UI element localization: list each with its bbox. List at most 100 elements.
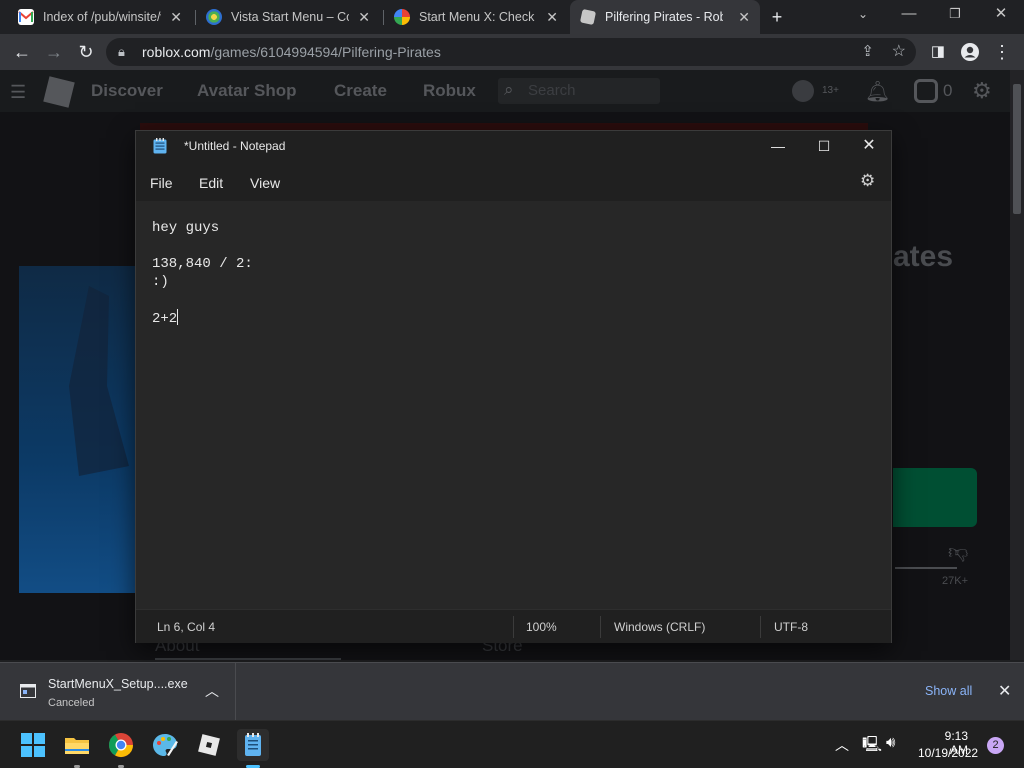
tab-close-icon[interactable]: ✕ — [170, 9, 182, 26]
browser-tab-4-active[interactable]: Pilfering Pirates - Roblo ✕ — [570, 0, 760, 34]
chrome-menu-icon[interactable]: ⋮ — [990, 40, 1014, 64]
text-line — [152, 237, 875, 255]
download-item[interactable]: StartMenuX_Setup....exe Canceled ︿ — [0, 663, 236, 721]
restore-button[interactable]: ❐ — [932, 0, 978, 30]
nav-create[interactable]: Create — [334, 81, 387, 101]
robux-icon[interactable] — [914, 79, 938, 103]
notepad-title: *Untitled - Notepad — [184, 139, 286, 153]
roblox-icon[interactable] — [193, 729, 225, 761]
windows-start-icon[interactable] — [17, 729, 49, 761]
close-shelf-icon[interactable]: ✕ — [998, 681, 1011, 701]
browser-tab-2[interactable]: Vista Start Menu – Con ✕ — [196, 0, 380, 34]
game-title-partial: ates — [893, 240, 954, 273]
status-divider — [513, 616, 514, 638]
nav-avatar-shop[interactable]: Avatar Shop — [197, 81, 297, 101]
browser-tab-3[interactable]: Start Menu X: Check up ✕ — [384, 0, 568, 34]
notepad-maximize-button[interactable]: ☐ — [801, 131, 847, 161]
startmenux-icon — [394, 9, 410, 25]
download-status: Canceled — [48, 697, 95, 709]
volume-icon[interactable]: 🔊︎ — [886, 734, 895, 751]
browser-toolbar: ← → ↻ 🔒︎ roblox.com/games/6104994594/Pil… — [0, 34, 1024, 70]
status-divider — [760, 616, 761, 638]
notification-badge[interactable]: 2 — [987, 737, 1004, 754]
nav-robux[interactable]: Robux — [423, 81, 476, 101]
status-zoom: 100% — [526, 620, 557, 634]
close-window-button[interactable]: ✕ — [978, 0, 1024, 30]
tab-close-icon[interactable]: ✕ — [546, 9, 558, 26]
download-file-name: StartMenuX_Setup....exe — [48, 677, 188, 691]
settings-gear-icon[interactable]: ⚙ — [860, 171, 875, 191]
tab-search-icon[interactable]: ⌄ — [840, 0, 886, 30]
tab-title: Index of /pub/winsite/w — [43, 10, 161, 24]
age-badge: 13+ — [822, 85, 839, 96]
file-explorer-icon[interactable] — [61, 729, 93, 761]
notepad-menubar: File Edit View ⚙ — [136, 161, 891, 201]
chevron-up-icon[interactable]: ︿ — [205, 681, 219, 701]
robux-count: 0 — [943, 81, 953, 100]
lock-icon[interactable]: 🔒︎ — [118, 44, 125, 60]
browser-tab-1[interactable]: Index of /pub/winsite/w ✕ — [8, 0, 192, 34]
scrollbar-thumb[interactable] — [1013, 84, 1021, 214]
url-text: roblox.com/games/6104994594/Pilfering-Pi… — [142, 44, 441, 60]
gmail-icon — [18, 9, 34, 25]
show-all-button[interactable]: Show all — [925, 684, 972, 698]
notifications-bell-icon[interactable]: 🔔︎ — [865, 79, 890, 104]
bookmark-star-icon[interactable]: ☆ — [892, 41, 906, 61]
search-icon: ⌕ — [504, 80, 514, 99]
url-path: /games/6104994594/Pilfering-Pirates — [210, 44, 441, 60]
forward-button[interactable]: → — [42, 40, 66, 64]
paint-icon[interactable] — [149, 729, 181, 761]
profile-avatar[interactable] — [958, 40, 982, 64]
dislike-count: 27K+ — [942, 575, 968, 587]
side-panel-icon[interactable]: ◨ — [926, 40, 950, 64]
tab-close-icon[interactable]: ✕ — [738, 9, 750, 26]
menu-edit[interactable]: Edit — [199, 175, 223, 191]
user-avatar[interactable] — [792, 80, 814, 102]
notepad-statusbar: Ln 6, Col 4 100% Windows (CRLF) UTF-8 — [136, 609, 891, 643]
exe-file-icon — [20, 684, 36, 698]
network-icon[interactable]: 🖳︎ — [862, 734, 882, 759]
menu-file[interactable]: File — [150, 175, 173, 191]
hamburger-menu-icon[interactable]: ☰ — [10, 82, 26, 103]
menu-view[interactable]: View — [250, 175, 280, 191]
tab-underline — [155, 658, 341, 660]
address-bar[interactable]: 🔒︎ roblox.com/games/6104994594/Pilfering… — [106, 38, 916, 66]
text-line: :) — [152, 274, 169, 290]
notepad-minimize-button[interactable]: — — [755, 131, 801, 161]
text-line-current: 2+2 — [152, 309, 875, 327]
roblox-logo-icon[interactable] — [43, 76, 75, 108]
tab-title: Vista Start Menu – Con — [231, 10, 349, 24]
roblox-search-input[interactable]: ⌕ Search — [498, 78, 660, 104]
chevron-up-icon[interactable]: ︿ — [835, 735, 849, 755]
nav-discover[interactable]: Discover — [91, 81, 163, 101]
settings-gear-icon[interactable]: ⚙ — [972, 78, 992, 104]
notepad-icon[interactable] — [237, 729, 269, 761]
thumbs-down-icon[interactable]: 👎︎ — [948, 540, 968, 564]
chrome-icon[interactable] — [105, 729, 137, 761]
notepad-text-area[interactable]: hey guys 138,840 / 2: :) 2+2 — [136, 201, 891, 609]
windows-taskbar: ︿ 🖳︎ 🔊︎ 9:13 AM 10/19/2022 2 — [0, 720, 1024, 768]
game-thumbnail[interactable] — [19, 266, 137, 593]
text-line: 138,840 / 2: — [152, 256, 253, 272]
share-icon[interactable]: ⇪ — [861, 42, 874, 60]
page-scrollbar[interactable] — [1010, 70, 1024, 660]
status-line-ending: Windows (CRLF) — [614, 620, 706, 634]
text-line: hey guys — [152, 220, 220, 236]
notepad-close-button[interactable]: ✕ — [846, 131, 892, 161]
tab-title: Start Menu X: Check up — [419, 10, 537, 24]
search-placeholder: Search — [528, 82, 576, 99]
reload-button[interactable]: ↻ — [74, 40, 98, 64]
back-button[interactable]: ← — [10, 40, 34, 64]
text-caret — [177, 309, 179, 325]
minimize-button[interactable]: — — [886, 0, 932, 30]
notepad-titlebar[interactable]: *Untitled - Notepad — ☐ ✕ — [136, 131, 891, 161]
roblox-top-nav: ☰ Discover Avatar Shop Create Robux ⌕ Se… — [0, 70, 1010, 112]
clock-date[interactable]: 10/19/2022 — [918, 746, 978, 760]
download-shelf: StartMenuX_Setup....exe Canceled ︿ Show … — [0, 662, 1024, 721]
url-host: roblox.com — [142, 44, 211, 60]
status-divider — [600, 616, 601, 638]
new-tab-button[interactable]: + — [765, 5, 789, 29]
tab-close-icon[interactable]: ✕ — [358, 9, 370, 26]
status-encoding: UTF-8 — [774, 620, 808, 634]
play-button[interactable] — [893, 468, 977, 527]
